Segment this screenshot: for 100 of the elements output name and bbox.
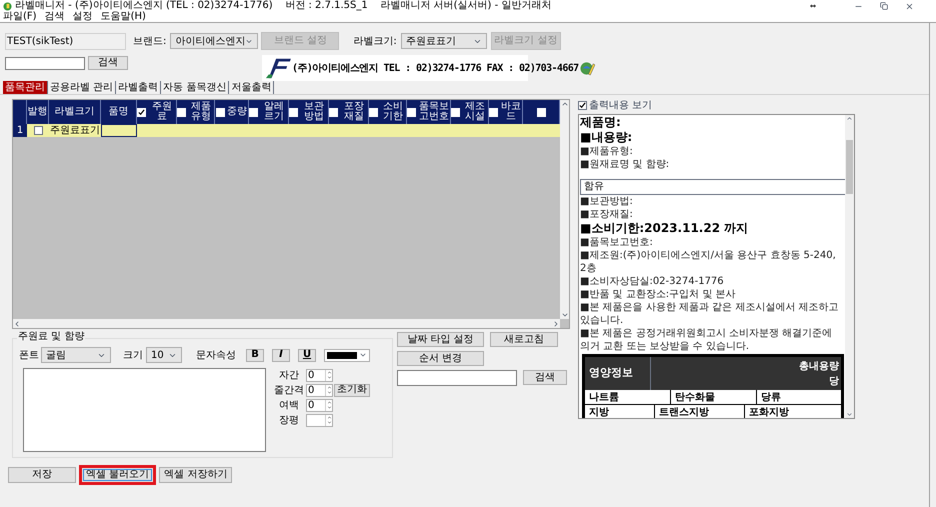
column-header[interactable]: 보관방법 (300, 102, 328, 122)
brand-label: 브랜드: (133, 34, 166, 48)
scroll-up-icon[interactable] (560, 100, 568, 108)
action-button[interactable]: 엑셀 저장하기 (159, 467, 232, 483)
nutrient-cell: 탄수화물 (671, 390, 757, 404)
tab[interactable]: 저울출력 (229, 81, 274, 94)
globe-pencil-icon (580, 60, 595, 76)
column-header[interactable]: 알레르기 (260, 102, 288, 122)
spin-down-icon[interactable] (326, 404, 332, 410)
scroll-down-icon[interactable] (846, 411, 853, 418)
spin-up-icon[interactable] (326, 384, 332, 390)
close-icon[interactable] (905, 2, 914, 10)
dropdown[interactable]: 주원료표기 (400, 33, 487, 49)
text-style-button[interactable]: B (246, 348, 264, 362)
column-header[interactable]: 포장재질 (340, 102, 368, 122)
total-content-text: 총내용량 (799, 360, 839, 374)
dropdown[interactable]: 아이티에스엔지 (170, 33, 258, 49)
checkbox[interactable] (137, 108, 146, 116)
column-header[interactable]: 바코드 (500, 102, 522, 122)
column-header[interactable]: 품목보고번호 (418, 102, 450, 122)
search-field[interactable] (397, 370, 517, 386)
horizontal-scrollbar[interactable] (13, 319, 560, 328)
text-area[interactable] (23, 368, 266, 452)
column-header[interactable]: 소비기한 (380, 102, 406, 122)
spacing-label: 여백 (278, 398, 300, 412)
grid-row[interactable]: 1 주원료표기 (13, 124, 560, 137)
resize-arrows-icon[interactable] (810, 4, 816, 8)
preview-line: ■소비자상담실:02-3274-1776 (580, 275, 725, 288)
scroll-left-icon[interactable] (13, 320, 21, 328)
column-header[interactable]: 제품유형 (188, 102, 214, 122)
preview-line: ■보관방법: (580, 195, 634, 208)
spin-up-icon[interactable] (326, 400, 332, 404)
table-cell: 주원료표기 (49, 124, 101, 137)
spin-up-icon[interactable] (326, 370, 332, 374)
app-icon (3, 2, 12, 10)
column-header[interactable]: 제조시설 (462, 102, 488, 122)
spin-down-icon[interactable] (326, 420, 332, 424)
spin-down-icon[interactable] (326, 374, 332, 380)
nutrient-cell: 나트륨 (585, 390, 671, 404)
column-header[interactable]: 중량 (227, 107, 247, 117)
preview-line: ■제품유형: (580, 145, 634, 158)
spin-field[interactable]: 0 (306, 384, 333, 396)
spacing-label: 줄간격 (273, 384, 305, 398)
column-header[interactable]: 주원료 (148, 102, 176, 122)
restore-icon[interactable] (880, 2, 888, 10)
search-button[interactable]: 검색 (88, 56, 128, 70)
preview-line: ■품목보고번호: (580, 236, 654, 249)
spin-field[interactable] (306, 414, 333, 426)
dropdown[interactable]: 10 (146, 347, 182, 363)
preview-line: ■본 제품은을 사용한 제품과 같은 제조시설에서 제조하고 있습니다. (580, 301, 840, 327)
label-size-label: 라벨크기: (353, 34, 397, 48)
spin-down-icon[interactable] (326, 390, 332, 394)
column-header[interactable]: 품명 (108, 107, 128, 117)
tab[interactable]: 자동 품목갱신 (161, 81, 230, 94)
menu-item[interactable]: 도움말(H) (100, 12, 146, 22)
preview-line: ■본 제품은 공정거래위원회고시 소비자분쟁 해결기준에 의거 교환 또는 보상받을 수 있습니다. (580, 327, 834, 353)
text-style-button[interactable]: U (298, 348, 316, 362)
action-button[interactable]: 저장 (8, 467, 76, 483)
menu-item[interactable]: 설정 (72, 12, 93, 22)
refresh-button[interactable]: 새로고침 (490, 332, 558, 347)
active-cell[interactable] (101, 124, 137, 137)
date-type-button[interactable]: 날짜 타입 설정 (397, 332, 484, 347)
nutrient-cell: 지방 (585, 405, 655, 418)
window-title: 라벨매니저 - (주)아이티에스엔지 (TEL : 02)3274-1776) 버전 : 2.7.1.5S_1 라벨매니저 서버(실서버) - 일반거래처 (15, 1, 552, 11)
preview-line: ■내용량: (580, 130, 634, 145)
column-header[interactable]: 발행 (28, 107, 48, 117)
size-label: 크기 (123, 348, 143, 362)
font-label: 폰트 (19, 348, 39, 362)
show-output-label: 출력내용 보기 (589, 98, 652, 112)
column-header[interactable]: 라벨크기 (54, 107, 94, 117)
menu-item[interactable]: 검색 (44, 12, 65, 22)
reset-button[interactable]: 초기화 (334, 384, 370, 396)
text-style-label: 문자속성 (196, 348, 236, 362)
user-field[interactable]: TEST(sikTest) (5, 32, 126, 50)
preview-line: ■포장재질: (580, 208, 634, 221)
tab[interactable]: 품목관리 (3, 81, 48, 94)
checkbox[interactable] (34, 126, 42, 135)
reorder-button[interactable]: 순서 변경 (397, 351, 484, 366)
vertical-scrollbar[interactable] (845, 115, 854, 418)
nutrient-cell-text: 당류 (760, 391, 782, 404)
vertical-scrollbar[interactable] (560, 100, 569, 319)
spin-up-icon[interactable] (326, 414, 332, 420)
search-field[interactable] (5, 57, 85, 70)
scroll-down-icon[interactable] (560, 311, 568, 319)
spacing-label: 자간 (278, 368, 300, 382)
scroll-thumb[interactable] (846, 140, 853, 194)
group-title: 주원료 및 함량 (17, 332, 86, 342)
tab[interactable]: 라벨출력 (116, 81, 162, 94)
action-button[interactable]: 엑셀 불러오기 (79, 465, 156, 485)
scroll-right-icon[interactable] (552, 320, 560, 328)
menu-item[interactable]: 파일(F) (3, 12, 37, 22)
spin-field[interactable]: 0 (306, 398, 333, 412)
tab[interactable]: 공용라벨 관리 (48, 81, 116, 94)
search-button[interactable]: 검색 (523, 370, 567, 385)
color-picker[interactable] (324, 348, 370, 362)
text-style-button[interactable]: I (272, 348, 290, 362)
spin-field[interactable]: 0 (306, 368, 333, 382)
checkbox[interactable] (578, 100, 587, 110)
scroll-up-icon[interactable] (846, 115, 853, 122)
dropdown[interactable]: 굴림 (41, 347, 111, 363)
